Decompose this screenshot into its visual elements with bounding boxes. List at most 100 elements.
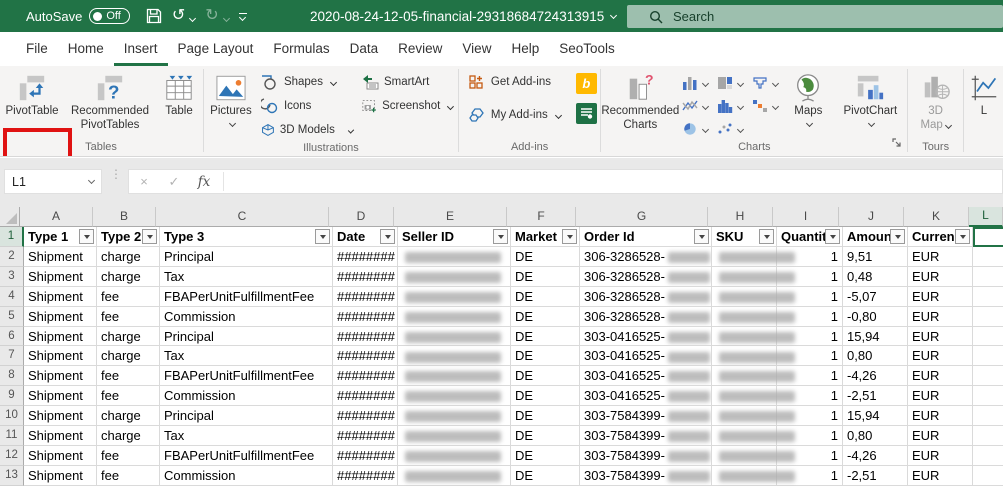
autosave-switch[interactable]: Off bbox=[89, 8, 130, 24]
cell-D6[interactable]: ######## bbox=[333, 326, 398, 347]
cell-K12[interactable]: EUR bbox=[908, 445, 973, 466]
pie-chart-button[interactable] bbox=[678, 118, 712, 140]
cell-F12[interactable]: DE bbox=[511, 445, 580, 466]
cell-B5[interactable]: fee bbox=[97, 306, 160, 327]
cell-E9[interactable] bbox=[398, 386, 511, 407]
shapes-button[interactable]: Shapes bbox=[257, 70, 357, 94]
cell-A4[interactable]: Shipment bbox=[24, 286, 97, 307]
pictures-button[interactable]: Pictures bbox=[205, 68, 257, 127]
tab-home[interactable]: Home bbox=[58, 32, 114, 66]
cell-J1[interactable]: Amount bbox=[843, 227, 908, 247]
cell-E2[interactable] bbox=[398, 246, 511, 267]
cell-B4[interactable]: fee bbox=[97, 286, 160, 307]
cell-A1[interactable]: Type 1 bbox=[24, 227, 97, 247]
row-header-3[interactable]: 3 bbox=[0, 266, 24, 287]
cell-L10[interactable] bbox=[973, 406, 1003, 427]
cell-D1[interactable]: Date bbox=[333, 227, 398, 247]
cell-K7[interactable]: EUR bbox=[908, 346, 973, 367]
cell-F2[interactable]: DE bbox=[511, 246, 580, 267]
cell-F8[interactable]: DE bbox=[511, 366, 580, 387]
cell-L7[interactable] bbox=[973, 346, 1003, 367]
cell-B7[interactable]: charge bbox=[97, 346, 160, 367]
cell-F11[interactable]: DE bbox=[511, 426, 580, 446]
funnel-chart-button[interactable] bbox=[748, 72, 782, 94]
cell-C5[interactable]: Commission bbox=[160, 306, 333, 327]
row-header-10[interactable]: 10 bbox=[0, 406, 24, 427]
cell-J5[interactable]: -0,80 bbox=[843, 306, 908, 327]
cell-F10[interactable]: DE bbox=[511, 406, 580, 427]
cell-J6[interactable]: 15,94 bbox=[843, 326, 908, 347]
cell-L13[interactable] bbox=[973, 466, 1003, 486]
cell-B11[interactable]: charge bbox=[97, 426, 160, 446]
column-header-L[interactable]: L bbox=[969, 207, 1003, 227]
cell-D3[interactable]: ######## bbox=[333, 266, 398, 287]
cell-J11[interactable]: 0,80 bbox=[843, 426, 908, 446]
cell-F4[interactable]: DE bbox=[511, 286, 580, 307]
pivottable-button[interactable]: PivotTable bbox=[0, 68, 64, 119]
waterfall-chart-button[interactable] bbox=[748, 95, 782, 117]
cell-F6[interactable]: DE bbox=[511, 326, 580, 347]
column-chart-button[interactable] bbox=[678, 72, 712, 94]
formula-bar-grip[interactable]: ⋮ bbox=[110, 168, 122, 180]
cell-D11[interactable]: ######## bbox=[333, 426, 398, 446]
cell-J7[interactable]: 0,80 bbox=[843, 346, 908, 367]
filter-button[interactable] bbox=[380, 229, 395, 244]
column-header-E[interactable]: E bbox=[394, 207, 507, 227]
cell-B8[interactable]: fee bbox=[97, 366, 160, 387]
cell-A9[interactable]: Shipment bbox=[24, 386, 97, 407]
cell-H6[interactable] bbox=[712, 326, 795, 347]
cell-K5[interactable]: EUR bbox=[908, 306, 973, 327]
cell-H5[interactable] bbox=[712, 306, 795, 327]
cell-F9[interactable]: DE bbox=[511, 386, 580, 407]
column-header-D[interactable]: D bbox=[329, 207, 394, 227]
cell-K11[interactable]: EUR bbox=[908, 426, 973, 446]
cell-G6[interactable]: 303-0416525- bbox=[580, 326, 712, 347]
line-chart-button[interactable] bbox=[678, 95, 712, 117]
row-header-6[interactable]: 6 bbox=[0, 326, 24, 347]
charts-dialog-launcher[interactable] bbox=[892, 135, 902, 153]
pivotchart-button[interactable]: PivotChart bbox=[834, 68, 906, 127]
row-header-7[interactable]: 7 bbox=[0, 346, 24, 367]
recommended-charts-button[interactable]: ? Recommended Charts bbox=[601, 68, 679, 133]
search-input[interactable] bbox=[673, 9, 933, 24]
cell-A12[interactable]: Shipment bbox=[24, 445, 97, 466]
cell-H1[interactable]: SKU bbox=[712, 227, 777, 247]
cell-E13[interactable] bbox=[398, 465, 511, 486]
cell-E5[interactable] bbox=[398, 306, 511, 327]
cell-H3[interactable] bbox=[712, 266, 795, 287]
cell-E4[interactable] bbox=[398, 286, 511, 307]
cell-B10[interactable]: charge bbox=[97, 406, 160, 427]
cell-L12[interactable] bbox=[973, 446, 1003, 466]
cell-C4[interactable]: FBAPerUnitFulfillmentFee bbox=[160, 286, 333, 307]
column-header-A[interactable]: A bbox=[20, 207, 93, 227]
search-box[interactable] bbox=[627, 5, 1003, 28]
row-header-11[interactable]: 11 bbox=[0, 426, 24, 446]
cell-D7[interactable]: ######## bbox=[333, 346, 398, 367]
cell-D2[interactable]: ######## bbox=[333, 246, 398, 267]
column-header-F[interactable]: F bbox=[507, 207, 576, 227]
cell-K1[interactable]: Currency bbox=[908, 227, 973, 247]
cell-G7[interactable]: 303-0416525- bbox=[580, 346, 712, 367]
cell-I1[interactable]: Quantity bbox=[777, 227, 843, 247]
filter-button[interactable] bbox=[493, 229, 508, 244]
cell-C6[interactable]: Principal bbox=[160, 326, 333, 347]
cell-L8[interactable] bbox=[973, 366, 1003, 387]
get-addins-button[interactable]: Get Add-ins bbox=[464, 70, 576, 94]
cell-C12[interactable]: FBAPerUnitFulfillmentFee bbox=[160, 445, 333, 466]
cell-C9[interactable]: Commission bbox=[160, 386, 333, 407]
cell-H8[interactable] bbox=[712, 366, 795, 387]
cell-J3[interactable]: 0,48 bbox=[843, 266, 908, 287]
row-header-8[interactable]: 8 bbox=[0, 366, 24, 387]
cell-L2[interactable] bbox=[973, 247, 1003, 267]
cell-H13[interactable] bbox=[712, 465, 795, 486]
filter-button[interactable] bbox=[694, 229, 709, 244]
row-header-12[interactable]: 12 bbox=[0, 445, 24, 466]
tab-file[interactable]: File bbox=[16, 32, 58, 66]
scatter-chart-button[interactable] bbox=[713, 118, 747, 140]
chevron-down-icon[interactable] bbox=[189, 14, 197, 23]
cell-E11[interactable] bbox=[398, 426, 511, 446]
cell-K8[interactable]: EUR bbox=[908, 366, 973, 387]
cell-G12[interactable]: 303-7584399- bbox=[580, 445, 712, 466]
cell-E7[interactable] bbox=[398, 346, 511, 367]
cell-L9[interactable] bbox=[973, 386, 1003, 407]
